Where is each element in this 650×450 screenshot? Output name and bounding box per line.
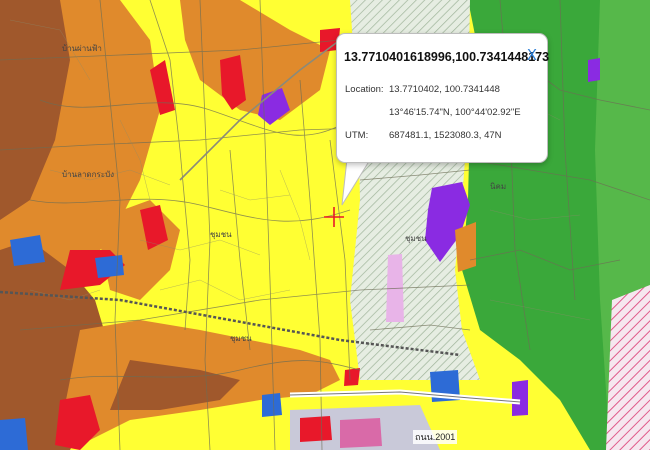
map-label: ชุมชน	[405, 234, 427, 243]
map-label: บ้านลาดกระบัง	[62, 170, 115, 179]
road-label: ถนน.2001	[413, 430, 458, 444]
location-decimal: 13.7710402, 100.7341448	[389, 84, 500, 95]
coordinate-popup: 13.7710401618996,100.7341448173 X Locati…	[336, 33, 550, 163]
zone-government-2	[95, 255, 124, 278]
utm-value: 687481.1, 1523080.3, 47N	[389, 130, 502, 141]
map-canvas[interactable]: บ้านผ่านฟ้า บ้านลาดกระบัง ชุมชน ชุมชน นิ…	[0, 0, 650, 450]
zone-government-4	[262, 393, 282, 417]
zone-government-3	[0, 418, 28, 450]
map-label: ชุมชน	[230, 334, 252, 343]
map-label: นิคม	[490, 182, 507, 191]
utm-label: UTM:	[345, 130, 369, 141]
zone-industrial-3	[588, 58, 600, 82]
zone-government-1	[10, 235, 45, 266]
location-dms: 13°46'15.74"N, 100°44'02.92"E	[389, 107, 521, 118]
popup-title: 13.7710401618996,100.7341448173	[344, 50, 550, 64]
zone-commercial-9	[340, 418, 382, 448]
map-label: บ้านผ่านฟ้า	[62, 44, 102, 53]
zone-commercial-8	[300, 416, 332, 442]
map-label: ชุมชน	[210, 230, 232, 239]
zone-special	[606, 285, 650, 450]
zone-industrial-4	[512, 380, 528, 416]
location-label: Location:	[345, 84, 384, 95]
close-icon[interactable]: X	[527, 46, 537, 64]
zone-residential-medium-east	[455, 222, 476, 272]
zone-commercial-7	[344, 368, 360, 386]
